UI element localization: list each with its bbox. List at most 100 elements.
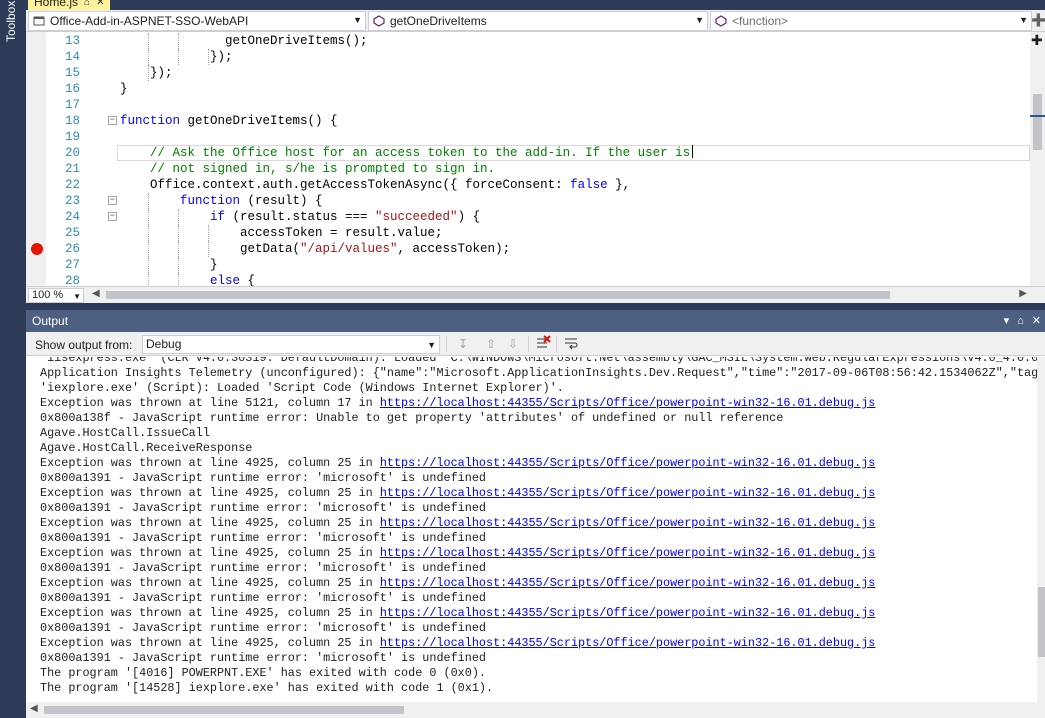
collapse-icon[interactable]: − bbox=[108, 116, 117, 125]
member-dropdown[interactable]: <function> ▼ bbox=[710, 11, 1032, 31]
text-caret bbox=[692, 145, 694, 158]
close-icon[interactable]: ✕ bbox=[96, 0, 104, 8]
code-line[interactable]: 14}); bbox=[26, 49, 1030, 65]
keyword-token: function bbox=[180, 194, 241, 208]
output-line-text: Exception was thrown at line 4925, colum… bbox=[40, 576, 380, 590]
project-dropdown[interactable]: Office-Add-in-ASPNET-SSO-WebAPI ▼ bbox=[28, 11, 366, 31]
code-line[interactable]: 23 − function (result) { bbox=[26, 193, 1030, 209]
output-vertical-scrollbar[interactable] bbox=[1037, 357, 1045, 702]
find-message-in-code-icon[interactable]: ↧ bbox=[454, 335, 472, 353]
output-link[interactable]: https://localhost:44355/Scripts/Office/p… bbox=[380, 516, 876, 530]
member-dropdown-value: <function> bbox=[732, 14, 789, 28]
output-line: The program '[14528] iexplore.exe' has e… bbox=[40, 681, 493, 696]
toggle-word-wrap-icon[interactable] bbox=[562, 335, 580, 353]
code-text: function (result) { bbox=[180, 193, 323, 209]
output-link[interactable]: https://localhost:44355/Scripts/Office/p… bbox=[380, 456, 876, 470]
output-link[interactable]: https://localhost:44355/Scripts/Office/p… bbox=[380, 636, 876, 650]
keyword-token: if bbox=[210, 210, 226, 224]
split-icon[interactable]: ➕ bbox=[1031, 13, 1045, 29]
scrollbar-thumb[interactable] bbox=[1033, 94, 1042, 150]
indent-guide bbox=[178, 241, 179, 257]
indent-guide bbox=[148, 225, 149, 241]
code-line[interactable]: 25 accessToken = result.value; bbox=[26, 225, 1030, 241]
clear-all-icon[interactable] bbox=[534, 335, 552, 353]
collapse-icon[interactable]: − bbox=[108, 212, 117, 221]
pin-icon[interactable]: ⌂ bbox=[84, 0, 90, 8]
code-line[interactable]: 26 getData("/api/values", accessToken); bbox=[26, 241, 1030, 257]
scrollbar-thumb[interactable] bbox=[44, 706, 404, 714]
output-line: Exception was thrown at line 4925, colum… bbox=[40, 606, 875, 621]
code-line[interactable]: 27} bbox=[26, 257, 1030, 273]
line-number: 23 bbox=[64, 194, 80, 208]
output-toolbar: Show output from: Debug ▼ ↧ ⇧ ⇩ bbox=[26, 332, 1045, 356]
split-handle-icon[interactable]: ✚ bbox=[1031, 32, 1043, 49]
output-line-text: 0x800a1391 - JavaScript runtime error: '… bbox=[40, 531, 486, 545]
scrollbar-thumb[interactable] bbox=[1038, 587, 1045, 657]
indent-guide bbox=[148, 49, 149, 65]
output-text-area[interactable]: 'iisexpress.exe' (CLR v4.0.30319: Defaul… bbox=[26, 357, 1045, 702]
code-line[interactable]: 18 − function getOneDriveItems() { bbox=[26, 113, 1030, 129]
output-line-text: Exception was thrown at line 5121, colum… bbox=[40, 396, 380, 410]
scroll-left-icon[interactable]: ◀ bbox=[30, 703, 38, 714]
next-message-icon[interactable]: ⇩ bbox=[504, 335, 522, 353]
output-line: 0x800a1391 - JavaScript runtime error: '… bbox=[40, 591, 486, 606]
code-text: accessToken = result.value; bbox=[240, 225, 443, 241]
indent-guide bbox=[148, 209, 149, 225]
output-link[interactable]: https://localhost:44355/Scripts/Office/p… bbox=[380, 486, 876, 500]
project-icon bbox=[32, 14, 46, 28]
output-link[interactable]: https://localhost:44355/Scripts/Office/p… bbox=[380, 606, 876, 620]
indent-guide bbox=[208, 225, 209, 241]
toolbox-label[interactable]: Toolbox bbox=[4, 1, 18, 42]
code-line[interactable]: 15}); bbox=[26, 65, 1030, 81]
output-line-text: Application Insights Telemetry (unconfig… bbox=[40, 366, 1045, 380]
scroll-right-icon[interactable]: ▶ bbox=[1019, 288, 1027, 299]
code-line[interactable]: 16} bbox=[26, 81, 1030, 97]
close-icon[interactable]: ✕ bbox=[1032, 310, 1041, 332]
output-link[interactable]: https://localhost:44355/Scripts/Office/p… bbox=[380, 546, 876, 560]
collapse-icon[interactable]: − bbox=[108, 196, 117, 205]
code-view[interactable]: 13 getOneDriveItems(); 14}); 15}); 16} 17 18− f… bbox=[26, 32, 1045, 286]
output-line-text: Exception was thrown at line 4925, colum… bbox=[40, 606, 380, 620]
scroll-left-icon[interactable]: ◀ bbox=[92, 288, 100, 299]
output-link[interactable]: https://localhost:44355/Scripts/Office/p… bbox=[380, 396, 876, 410]
output-title: Output bbox=[32, 314, 69, 328]
output-source-dropdown[interactable]: Debug ▼ bbox=[142, 335, 440, 354]
code-line[interactable]: 24 − if (result.status === "succeeded") { bbox=[26, 209, 1030, 225]
output-line-text: The program '[4016] POWERPNT.EXE' has ex… bbox=[40, 666, 486, 680]
code-line[interactable]: 19 bbox=[26, 129, 1030, 145]
output-link[interactable]: https://localhost:44355/Scripts/Office/p… bbox=[380, 576, 876, 590]
output-line: Application Insights Telemetry (unconfig… bbox=[40, 366, 1045, 381]
code-line[interactable]: 20 // Ask the Office host for an access t… bbox=[26, 145, 1030, 161]
toolbox-strip[interactable]: Toolbox bbox=[0, 0, 22, 718]
indent-guide bbox=[178, 225, 179, 241]
indent-guide bbox=[178, 257, 179, 273]
window-menu-icon[interactable]: ▾ bbox=[1004, 310, 1010, 332]
code-line[interactable]: 28 else { bbox=[26, 273, 1030, 286]
output-line: 'iexplore.exe' (Script): Loaded 'Script … bbox=[40, 381, 564, 396]
output-line-text: Exception was thrown at line 4925, colum… bbox=[40, 516, 380, 530]
indent-guide bbox=[148, 257, 149, 273]
output-window: Output ▾ ⌂ ✕ Show output from: Debug ▼ ↧… bbox=[26, 310, 1045, 718]
code-token: }, bbox=[607, 178, 631, 192]
type-dropdown[interactable]: getOneDriveItems ▼ bbox=[368, 11, 708, 31]
zoom-dropdown[interactable]: 100 % ▼ bbox=[28, 288, 84, 303]
editor-horizontal-scrollbar-thumb[interactable] bbox=[106, 291, 890, 299]
previous-message-icon[interactable]: ⇧ bbox=[482, 335, 500, 353]
code-token: accessToken = result.value; bbox=[240, 226, 443, 240]
breakpoint-icon[interactable] bbox=[31, 243, 43, 255]
output-title-bar[interactable]: Output ▾ ⌂ ✕ bbox=[26, 310, 1045, 332]
code-text: } bbox=[210, 257, 218, 273]
code-line[interactable]: 21 // not signed in, s/he is prompted to … bbox=[26, 161, 1030, 177]
code-line[interactable]: 13 getOneDriveItems(); bbox=[26, 33, 1030, 49]
pin-icon[interactable]: ⌂ bbox=[1017, 310, 1024, 332]
code-line[interactable]: 22 Office.context.auth.getAccessTokenAsyn… bbox=[26, 177, 1030, 193]
output-source-value: Debug bbox=[146, 337, 182, 351]
output-horizontal-scrollbar[interactable]: ◀ bbox=[26, 702, 1045, 718]
chevron-down-icon: ▼ bbox=[353, 15, 362, 25]
document-tab-home-js[interactable]: Home.js ⌂ ✕ bbox=[28, 0, 111, 10]
editor-vertical-scrollbar[interactable]: ✚ bbox=[1030, 32, 1045, 286]
code-line[interactable]: 17 bbox=[26, 97, 1030, 113]
string-token: "/api/values" bbox=[300, 242, 398, 256]
line-number: 27 bbox=[64, 258, 80, 272]
output-line-text: 0x800a1391 - JavaScript runtime error: '… bbox=[40, 591, 486, 605]
